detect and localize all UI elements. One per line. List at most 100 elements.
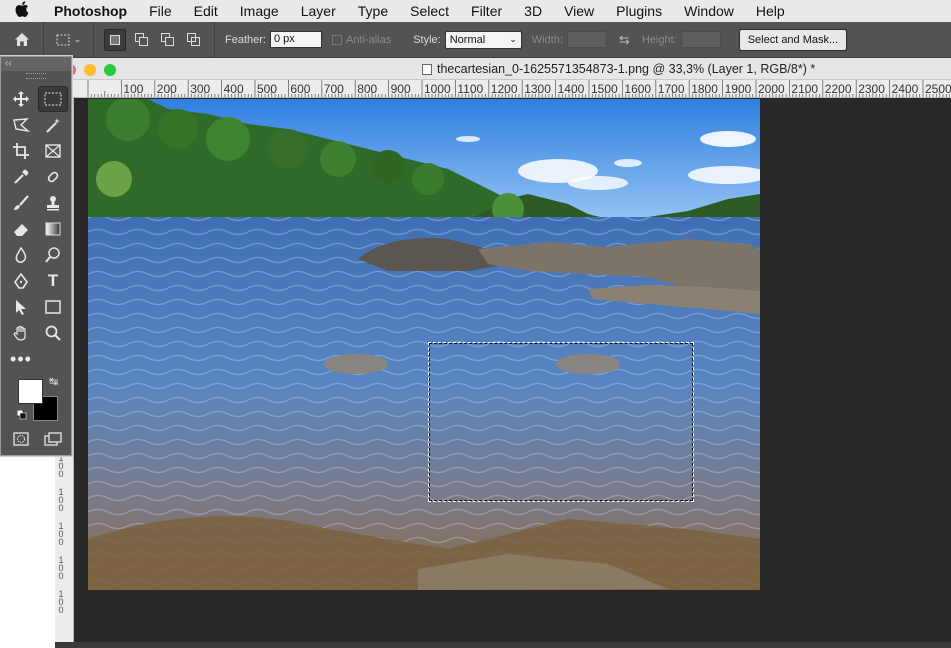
magnifier-icon [45, 325, 61, 341]
bandage-icon [47, 171, 59, 183]
swap-colors-icon[interactable]: ↹ [49, 375, 58, 388]
more-icon: ••• [10, 348, 32, 369]
ruler-label: 500 [257, 82, 278, 96]
eraser-tool-button[interactable] [7, 217, 35, 241]
brush-tool-button[interactable] [7, 191, 35, 215]
horizontal-ruler[interactable]: 100 200 300 400 500 600 700 800 900 1000 1100 1200 1… [72, 80, 951, 98]
feather-input[interactable]: 0 px [269, 31, 322, 48]
gradient-icon [45, 222, 61, 236]
lasso-tool-button[interactable] [7, 113, 35, 137]
add-to-selection-button[interactable] [130, 29, 152, 51]
screen-mode-icon [44, 432, 62, 446]
status-bar [55, 642, 951, 648]
home-icon [14, 33, 29, 46]
home-button[interactable] [0, 21, 44, 58]
ruler-label: 1000 [424, 82, 451, 96]
vruler-label: 100 [58, 521, 64, 547]
menu-file[interactable]: File [138, 3, 183, 19]
chevron-down-icon: ⌄ [509, 34, 517, 44]
menu-help[interactable]: Help [745, 3, 796, 19]
options-bar: ⌄ Feather: 0 px Anti-alias Style: Normal… [0, 21, 951, 58]
menu-filter[interactable]: Filter [460, 3, 513, 19]
style-select[interactable]: Normal ⌄ [444, 30, 522, 49]
ruler-label: 1900 [724, 82, 752, 96]
rect-marquee-tool-button[interactable] [38, 86, 68, 112]
vruler-label: 100 [58, 555, 64, 581]
screen-mode-button[interactable] [39, 427, 67, 451]
menu-image[interactable]: Image [229, 3, 290, 19]
gradient-tool-button[interactable] [39, 217, 67, 241]
antialias-checkbox[interactable] [331, 34, 342, 45]
tool-preset-picker[interactable]: ⌄ [44, 21, 94, 58]
hand-tool-button[interactable] [7, 321, 35, 345]
subtract-selection-button[interactable] [156, 29, 178, 51]
menu-layer[interactable]: Layer [290, 3, 347, 19]
dodge-tool-button[interactable] [39, 243, 67, 267]
magic-wand-tool-button[interactable] [39, 113, 67, 137]
menu-view[interactable]: View [553, 3, 605, 19]
width-label: Width: [531, 33, 563, 46]
ruler-label: 2500 [925, 82, 951, 96]
new-selection-button[interactable] [104, 28, 126, 51]
magic-wand-icon [46, 118, 60, 133]
healing-brush-tool-button[interactable] [39, 165, 67, 189]
ruler-label: 200 [156, 82, 177, 96]
height-input[interactable] [680, 31, 721, 48]
type-tool-button[interactable]: T [39, 269, 67, 293]
document-titlebar: thecartesian_0-1625571354873-1.png @ 33,… [0, 58, 951, 80]
ruler-label: 2300 [858, 82, 885, 96]
zoom-window-icon[interactable] [104, 64, 116, 76]
ruler-label: 1300 [524, 82, 551, 96]
eyedropper-tool-button[interactable] [7, 165, 35, 189]
app-menu[interactable]: Photoshop [44, 3, 138, 19]
ruler-label: 1700 [657, 82, 685, 96]
selection-mode-group [94, 21, 215, 58]
vruler-label: 100 [58, 589, 64, 615]
ruler-label: 2200 [824, 82, 852, 96]
pen-icon [14, 273, 28, 289]
tools-collapse-button[interactable]: ‹‹ [1, 57, 71, 71]
document-icon [422, 64, 432, 75]
menu-3d[interactable]: 3D [513, 3, 553, 19]
brush-icon [14, 195, 29, 210]
menu-type[interactable]: Type [347, 3, 399, 19]
clone-stamp-tool-button[interactable] [39, 191, 67, 215]
default-colors-icon[interactable] [17, 410, 27, 420]
ruler-label: 2100 [791, 82, 819, 96]
zoom-tool-button[interactable] [39, 321, 67, 345]
pen-tool-button[interactable] [7, 269, 35, 293]
vruler-label: 100 [58, 487, 64, 513]
menu-plugins[interactable]: Plugins [605, 3, 673, 19]
polygonal-lasso-icon [13, 118, 30, 133]
add-selection-icon [134, 33, 148, 46]
swap-dimensions-icon[interactable]: ⇆ [619, 32, 630, 48]
crop-tool-button[interactable] [7, 139, 35, 163]
menu-select[interactable]: Select [399, 3, 460, 19]
tools-grip[interactable] [26, 73, 46, 79]
style-label: Style: [413, 33, 441, 46]
crop-icon [13, 143, 29, 159]
marquee-selection[interactable] [428, 342, 694, 502]
ruler-label: 1400 [557, 82, 585, 96]
intersect-selection-button[interactable] [182, 29, 204, 51]
menu-bar: Photoshop File Edit Image Layer Type Sel… [0, 0, 951, 22]
rectangle-tool-button[interactable] [39, 295, 67, 319]
apple-menu-icon[interactable] [0, 1, 44, 21]
move-tool-button[interactable] [7, 87, 35, 111]
ruler-label: 1200 [490, 82, 518, 96]
eraser-icon [14, 224, 28, 236]
width-input[interactable] [566, 31, 607, 48]
blur-tool-button[interactable] [7, 243, 35, 267]
feather-label: Feather: [225, 33, 266, 46]
menu-window[interactable]: Window [673, 3, 745, 19]
menu-edit[interactable]: Edit [183, 3, 229, 19]
foreground-color-swatch[interactable] [18, 379, 43, 404]
quick-mask-button[interactable] [7, 427, 35, 451]
select-and-mask-button[interactable]: Select and Mask... [738, 28, 848, 51]
edit-toolbar-button[interactable]: ••• [7, 347, 35, 371]
tools-panel: ‹‹ T ••• ↹ [0, 56, 72, 456]
path-selection-tool-button[interactable] [7, 295, 35, 319]
minimize-window-icon[interactable] [84, 64, 96, 76]
frame-tool-button[interactable] [39, 139, 67, 163]
arrow-cursor-icon [16, 300, 26, 315]
